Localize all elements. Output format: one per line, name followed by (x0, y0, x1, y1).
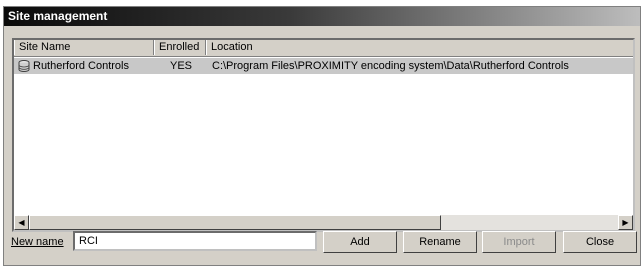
scroll-left-arrow-icon[interactable]: ◀ (14, 215, 29, 230)
add-button[interactable]: Add (323, 231, 397, 253)
site-management-window: Site management Site Name Enrolled Locat… (3, 6, 641, 266)
table-row[interactable]: Rutherford Controls YES C:\Program Files… (14, 58, 633, 74)
column-header-location[interactable]: Location (206, 40, 633, 55)
cell-enrolled: YES (170, 60, 193, 72)
import-button[interactable]: Import (482, 231, 556, 253)
cell-location: C:\Program Files\PROXIMITY encoding syst… (212, 60, 569, 72)
title-bar[interactable]: Site management (4, 7, 640, 26)
scrollbar-thumb[interactable] (29, 215, 441, 230)
new-name-input[interactable]: RCI (73, 231, 317, 251)
cell-site-name: Rutherford Controls (33, 60, 129, 72)
horizontal-scrollbar[interactable]: ◀ ▶ (14, 215, 633, 230)
scroll-right-arrow-icon[interactable]: ▶ (618, 215, 633, 230)
rename-button[interactable]: Rename (403, 231, 477, 253)
close-button[interactable]: Close (563, 231, 637, 253)
column-header-site-name[interactable]: Site Name (14, 40, 154, 55)
window-title: Site management (8, 9, 108, 23)
sites-list[interactable]: Site Name Enrolled Location Rutherford C… (12, 38, 635, 232)
list-header: Site Name Enrolled Location (14, 40, 633, 57)
database-icon (18, 60, 30, 72)
column-header-enrolled[interactable]: Enrolled (154, 40, 206, 55)
new-name-label: New name (11, 236, 64, 248)
